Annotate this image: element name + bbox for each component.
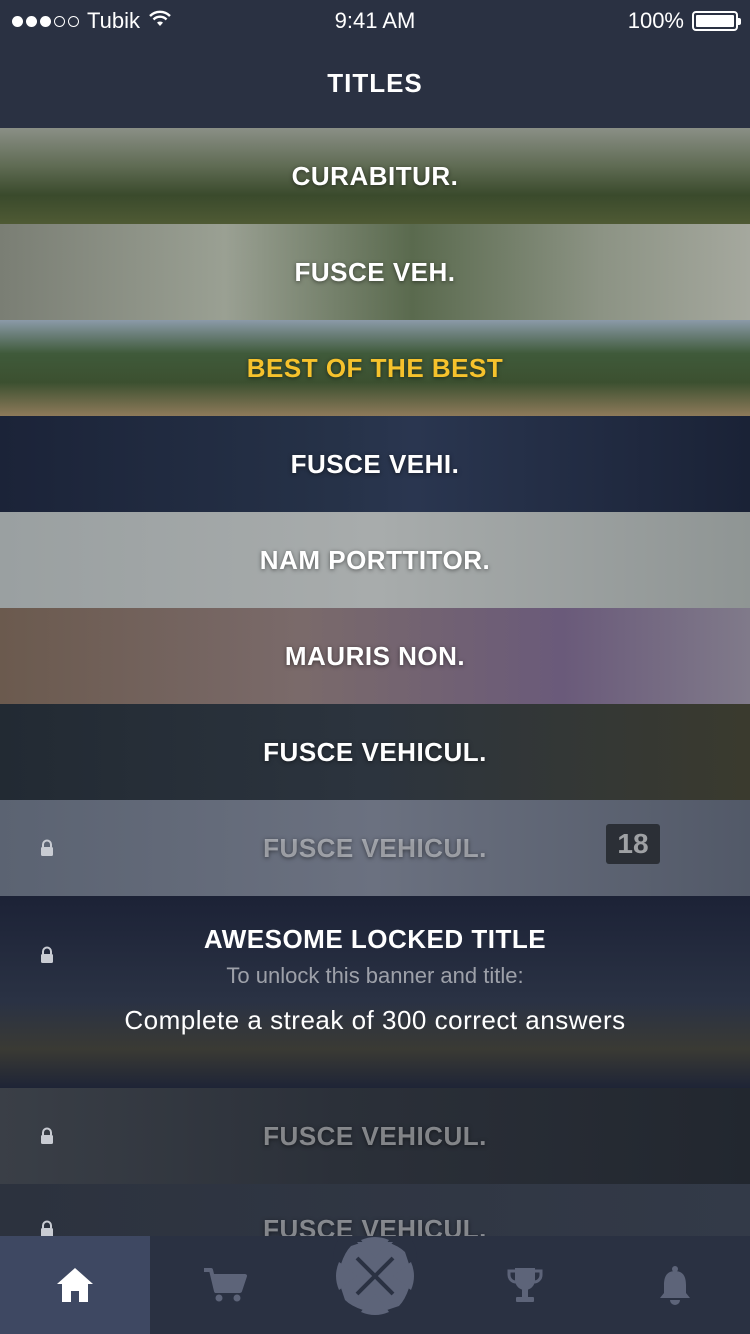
title-row[interactable]: NAM PORTTITOR.: [0, 512, 750, 608]
banner-badge: 18: [606, 824, 660, 864]
unlock-info: AWESOME LOCKED TITLE To unlock this bann…: [0, 896, 750, 1036]
title-row-locked[interactable]: FUSCE VEHICUL.: [0, 1088, 750, 1184]
title-row-locked[interactable]: FUSCE VEHICUL.: [0, 1184, 750, 1236]
title-row[interactable]: FUSCE VEHICUL.: [0, 704, 750, 800]
tab-leaderboard[interactable]: [450, 1236, 600, 1334]
center-logo-icon: [335, 1236, 415, 1316]
title-label: MAURIS NON.: [284, 640, 466, 671]
tab-bar: [0, 1218, 750, 1334]
title-label: AWESOME LOCKED TITLE: [203, 924, 547, 954]
nav-header: TITLES: [0, 40, 750, 128]
tab-home[interactable]: [0, 1236, 150, 1334]
battery-icon: [692, 11, 741, 31]
lock-icon: [38, 946, 56, 964]
title-label: NAM PORTTITOR.: [259, 544, 491, 575]
title-label: FUSCE VEH.: [294, 256, 456, 287]
lock-icon: [38, 1220, 56, 1236]
home-icon: [55, 1266, 95, 1304]
status-bar: Tubik 9:41 AM 100%: [0, 0, 750, 40]
title-row-selected[interactable]: BEST OF THE BEST: [0, 320, 750, 416]
title-row[interactable]: CURABITUR.: [0, 128, 750, 224]
title-label: CURABITUR.: [291, 160, 459, 191]
battery-group: 100%: [627, 8, 741, 34]
battery-percent: 100%: [627, 8, 684, 33]
title-row[interactable]: MAURIS NON.: [0, 608, 750, 704]
lock-icon: [38, 839, 56, 857]
title-row[interactable]: FUSCE VEHI.: [0, 416, 750, 512]
bell-icon: [658, 1265, 692, 1305]
tab-play[interactable]: [300, 1218, 450, 1334]
title-label: FUSCE VEHICUL.: [263, 832, 487, 863]
title-row-locked[interactable]: FUSCE VEHICUL. 18: [0, 800, 750, 896]
unlock-goal: Complete a streak of 300 correct answers: [124, 1005, 626, 1035]
tab-notifications[interactable]: [600, 1236, 750, 1334]
title-label: FUSCE VEHI.: [290, 448, 460, 479]
title-label: BEST OF THE BEST: [246, 352, 504, 383]
lock-icon: [38, 1127, 56, 1145]
title-row-locked-expanded[interactable]: AWESOME LOCKED TITLE To unlock this bann…: [0, 896, 750, 1088]
titles-list[interactable]: CURABITUR. FUSCE VEH. BEST OF THE BEST F…: [0, 128, 750, 1236]
title-row[interactable]: FUSCE VEH.: [0, 224, 750, 320]
page-title: TITLES: [327, 67, 423, 98]
trophy-icon: [507, 1266, 543, 1304]
title-label: FUSCE VEHICUL.: [263, 1120, 487, 1151]
unlock-subtitle: To unlock this banner and title:: [226, 963, 524, 988]
cart-icon: [202, 1267, 248, 1303]
title-label: FUSCE VEHICUL.: [263, 736, 487, 767]
tab-shop[interactable]: [150, 1236, 300, 1334]
title-label: FUSCE VEHICUL.: [263, 1214, 487, 1236]
